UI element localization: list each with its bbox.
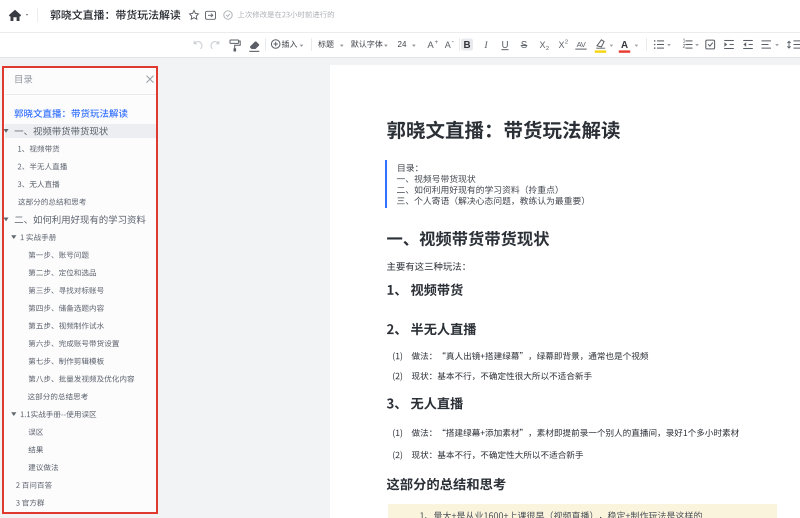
- svg-text:I: I: [483, 40, 488, 51]
- svg-text:S: S: [521, 40, 528, 51]
- svg-text:X: X: [539, 40, 545, 50]
- svg-text:A: A: [445, 40, 451, 50]
- svg-text:2: 2: [546, 46, 549, 52]
- svg-text:A: A: [427, 40, 434, 51]
- svg-text:2: 2: [565, 39, 568, 45]
- svg-text:-: -: [452, 37, 455, 46]
- svg-text:+: +: [434, 39, 438, 46]
- svg-text:B: B: [463, 40, 470, 51]
- svg-text:2: 2: [683, 44, 686, 50]
- svg-text:24: 24: [398, 40, 407, 49]
- svg-text:A: A: [621, 40, 628, 51]
- svg-text:AV: AV: [577, 40, 587, 49]
- svg-text:U: U: [501, 40, 508, 51]
- svg-text:X: X: [558, 40, 564, 50]
